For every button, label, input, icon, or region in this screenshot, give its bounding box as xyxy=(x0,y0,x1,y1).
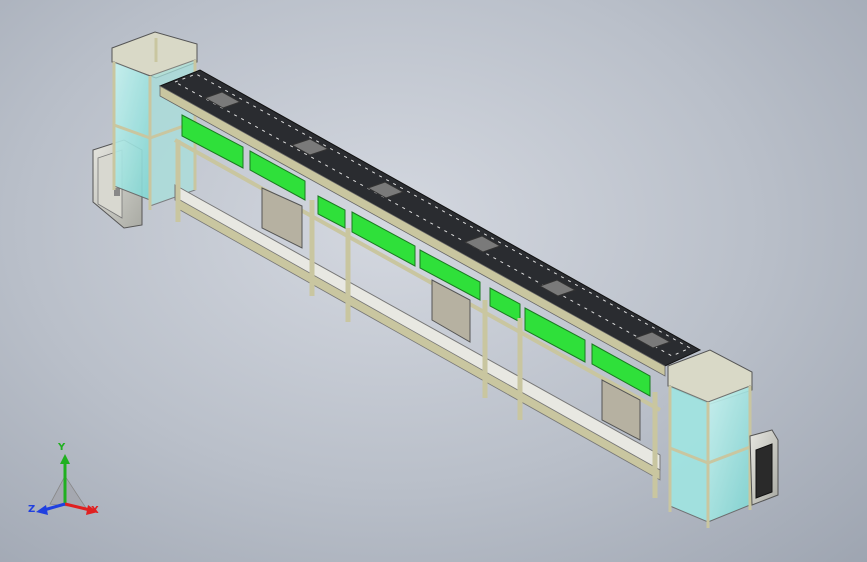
z-axis-label: Z xyxy=(28,504,36,515)
assembly-model[interactable] xyxy=(0,0,867,562)
green-side-panels[interactable] xyxy=(181,114,651,397)
y-axis-arrowhead-icon xyxy=(60,454,70,464)
x-axis-label: X xyxy=(91,505,99,516)
cad-viewport[interactable]: Y X Z xyxy=(0,0,867,562)
y-axis-label: Y xyxy=(58,442,66,453)
view-orientation-triad[interactable]: Y X Z xyxy=(28,442,105,523)
z-axis-arrowhead-icon xyxy=(36,505,48,515)
right-tower-cabinet[interactable] xyxy=(667,349,779,528)
